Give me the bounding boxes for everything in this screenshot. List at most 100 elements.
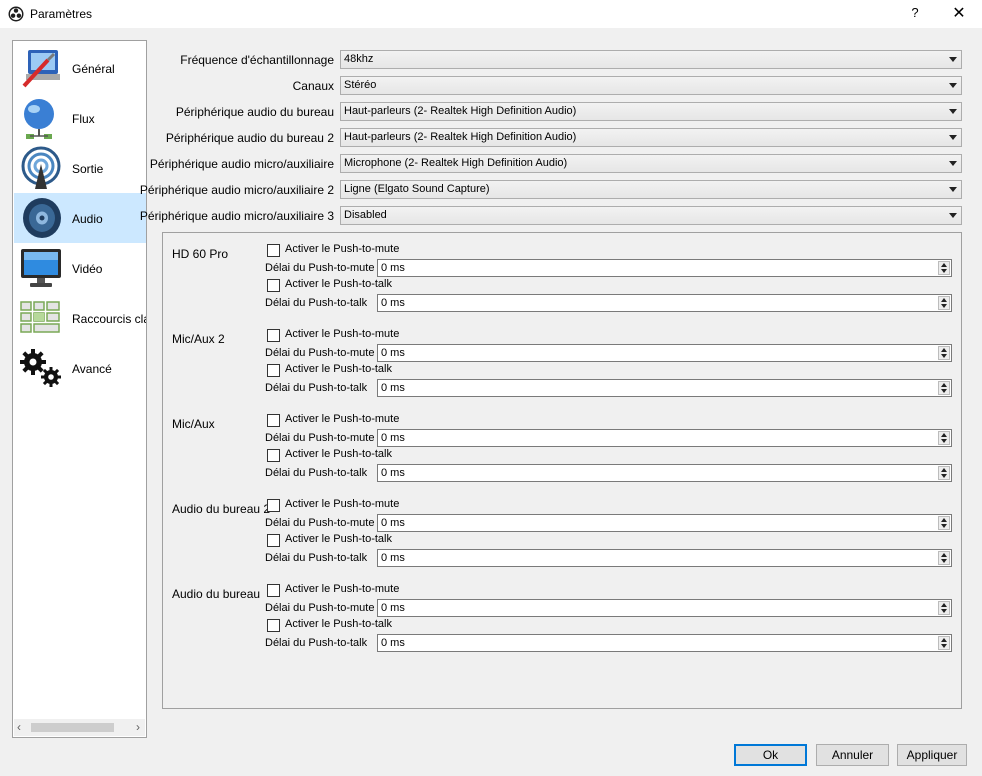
audio-speaker-icon <box>23 198 61 238</box>
spin-up-icon[interactable] <box>941 638 947 642</box>
apply-button[interactable]: Appliquer <box>897 744 967 766</box>
checkbox-label: Activer le Push-to-mute <box>285 243 400 255</box>
checkbox-label: Activer le Push-to-talk <box>285 448 392 460</box>
spin-down-icon[interactable] <box>941 269 947 273</box>
close-button[interactable]: ✕ <box>944 3 974 25</box>
spin-buttons[interactable] <box>938 466 950 480</box>
channels-select[interactable]: Stéréo <box>340 76 962 95</box>
checkbox-label: Activer le Push-to-mute <box>285 498 400 510</box>
spin-buttons[interactable] <box>938 381 950 395</box>
mic-aux-2-select[interactable]: Ligne (Elgato Sound Capture) <box>340 180 962 199</box>
spin-up-icon[interactable] <box>941 433 947 437</box>
mic-aux-value: Microphone (2- Realtek High Definition A… <box>344 157 568 169</box>
spin-down-icon[interactable] <box>941 559 947 563</box>
spin-buttons[interactable] <box>938 346 950 360</box>
spin-value: 0 ms <box>381 552 405 564</box>
gears-icon <box>20 349 61 387</box>
push-to-mute-delay-input[interactable]: 0 ms <box>377 599 952 617</box>
push-to-mute-delay-label: Délai du Push-to-mute <box>265 517 375 529</box>
checkbox-label: Activer le Push-to-talk <box>285 363 392 375</box>
spin-value: 0 ms <box>381 432 405 444</box>
spin-value: 0 ms <box>381 262 405 274</box>
checkbox-box[interactable] <box>267 449 280 462</box>
checkbox-box[interactable] <box>267 364 280 377</box>
checkbox-box[interactable] <box>267 279 280 292</box>
push-to-talk-delay-label: Délai du Push-to-talk <box>265 637 368 649</box>
sidebar-item-output[interactable]: Sortie <box>14 143 146 193</box>
spin-up-icon[interactable] <box>941 518 947 522</box>
spin-down-icon[interactable] <box>941 439 947 443</box>
chevron-down-icon <box>949 109 957 114</box>
push-to-mute-delay-label: Délai du Push-to-mute <box>265 602 375 614</box>
sidebar-item-general[interactable]: Général <box>14 43 146 93</box>
chevron-down-icon <box>949 161 957 166</box>
spin-down-icon[interactable] <box>941 389 947 393</box>
spin-buttons[interactable] <box>938 296 950 310</box>
spin-buttons[interactable] <box>938 431 950 445</box>
sidebar-item-video[interactable]: Vidéo <box>14 243 146 293</box>
spin-down-icon[interactable] <box>941 304 947 308</box>
sidebar-item-label: Audio <box>72 212 103 226</box>
checkbox-box[interactable] <box>267 584 280 597</box>
push-to-talk-delay-input[interactable]: 0 ms <box>377 549 952 567</box>
push-to-talk-delay-input[interactable]: 0 ms <box>377 634 952 652</box>
push-to-mute-delay-input[interactable]: 0 ms <box>377 429 952 447</box>
checkbox-label: Activer le Push-to-mute <box>285 413 400 425</box>
spin-buttons[interactable] <box>938 601 950 615</box>
push-to-mute-delay-input[interactable]: 0 ms <box>377 344 952 362</box>
checkbox-box[interactable] <box>267 329 280 342</box>
spin-down-icon[interactable] <box>941 609 947 613</box>
spin-down-icon[interactable] <box>941 644 947 648</box>
spin-down-icon[interactable] <box>941 524 947 528</box>
push-to-talk-delay-input[interactable]: 0 ms <box>377 379 952 397</box>
scroll-right-icon[interactable]: › <box>136 720 140 734</box>
spin-up-icon[interactable] <box>941 468 947 472</box>
push-to-mute-delay-input[interactable]: 0 ms <box>377 259 952 277</box>
group-title: Audio du bureau 2 <box>172 502 271 516</box>
mic-aux-label: Périphérique audio micro/auxiliaire <box>149 157 334 171</box>
checkbox-box[interactable] <box>267 534 280 547</box>
spin-buttons[interactable] <box>938 516 950 530</box>
checkbox-box[interactable] <box>267 499 280 512</box>
scroll-left-icon[interactable]: ‹ <box>17 720 21 734</box>
scrollbar-thumb[interactable] <box>31 723 114 732</box>
mic-aux-3-select[interactable]: Disabled <box>340 206 962 225</box>
desktop-audio-select[interactable]: Haut-parleurs (2- Realtek High Definitio… <box>340 102 962 121</box>
mic-aux-select[interactable]: Microphone (2- Realtek High Definition A… <box>340 154 962 173</box>
chevron-down-icon <box>949 135 957 140</box>
spin-buttons[interactable] <box>938 551 950 565</box>
spin-up-icon[interactable] <box>941 348 947 352</box>
spin-up-icon[interactable] <box>941 298 947 302</box>
sample-rate-select[interactable]: 48khz <box>340 50 962 69</box>
output-icon <box>21 146 61 189</box>
sidebar-item-label: Général <box>72 62 115 76</box>
sidebar-item-audio[interactable]: Audio <box>14 193 146 243</box>
sidebar-horizontal-scrollbar[interactable]: ‹ › <box>14 719 145 736</box>
sidebar-item-advanced[interactable]: Avancé <box>14 343 146 393</box>
cancel-button[interactable]: Annuler <box>816 744 889 766</box>
ok-button[interactable]: Ok <box>734 744 807 766</box>
spin-value: 0 ms <box>381 637 405 649</box>
push-to-talk-delay-input[interactable]: 0 ms <box>377 294 952 312</box>
sidebar-item-stream[interactable]: Flux <box>14 93 146 143</box>
sidebar-item-hotkeys[interactable]: Raccourcis cla <box>14 293 146 343</box>
push-to-mute-delay-input[interactable]: 0 ms <box>377 514 952 532</box>
spin-up-icon[interactable] <box>941 263 947 267</box>
chevron-down-icon <box>949 83 957 88</box>
push-to-talk-delay-input[interactable]: 0 ms <box>377 464 952 482</box>
spin-buttons[interactable] <box>938 636 950 650</box>
chevron-down-icon <box>949 187 957 192</box>
checkbox-box[interactable] <box>267 244 280 257</box>
spin-down-icon[interactable] <box>941 354 947 358</box>
spin-buttons[interactable] <box>938 261 950 275</box>
sidebar-item-label: Sortie <box>72 162 104 176</box>
spin-up-icon[interactable] <box>941 553 947 557</box>
spin-down-icon[interactable] <box>941 474 947 478</box>
checkbox-box[interactable] <box>267 619 280 632</box>
help-button[interactable]: ? <box>905 5 925 23</box>
checkbox-box[interactable] <box>267 414 280 427</box>
push-to-talk-delay-label: Délai du Push-to-talk <box>265 297 368 309</box>
spin-up-icon[interactable] <box>941 383 947 387</box>
spin-up-icon[interactable] <box>941 603 947 607</box>
desktop-audio-2-select[interactable]: Haut-parleurs (2- Realtek High Definitio… <box>340 128 962 147</box>
